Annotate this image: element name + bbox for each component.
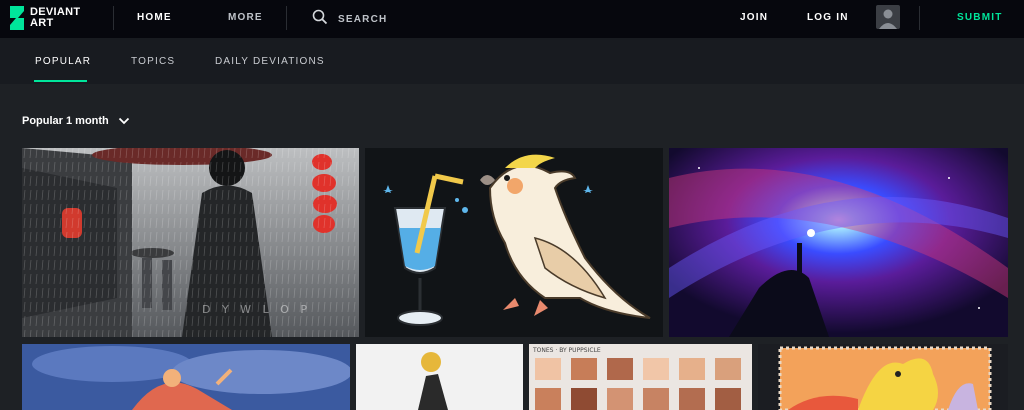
deviation-thumbnail-skin-tones[interactable]: TONES · BY PUPPSICLE: [529, 344, 752, 410]
deviantart-logo-icon: [10, 6, 24, 30]
login-link[interactable]: LOG IN: [807, 12, 849, 23]
deviation-thumbnail-sculpture[interactable]: [356, 344, 523, 410]
top-navigation-bar: DEVIANT ART HOME MORE JOIN LOG IN SUBMIT: [0, 0, 1024, 38]
divider: [286, 6, 287, 30]
logo-text: DEVIANT ART: [30, 6, 81, 29]
search-icon[interactable]: [312, 9, 328, 25]
nav-more[interactable]: MORE: [228, 12, 263, 23]
divider: [113, 6, 114, 30]
user-avatar-icon: [879, 9, 897, 29]
watermark-text: D Y W L O P: [202, 303, 311, 316]
tab-popular[interactable]: POPULAR: [35, 56, 91, 67]
nav-home[interactable]: HOME: [137, 12, 172, 23]
join-link[interactable]: JOIN: [740, 12, 768, 23]
thumbnail-caption: TONES · BY PUPPSICLE: [532, 347, 601, 354]
active-tab-indicator: [34, 80, 87, 82]
deviation-thumbnail-cockatiel[interactable]: [365, 148, 663, 337]
tab-daily-deviations[interactable]: DAILY DEVIATIONS: [215, 56, 325, 67]
deviation-thumbnail-rainy-street[interactable]: D Y W L O P: [22, 148, 359, 337]
content-tabs: POPULAR TOPICS DAILY DEVIATIONS: [0, 38, 1024, 84]
tab-topics[interactable]: TOPICS: [131, 56, 175, 67]
submit-button[interactable]: SUBMIT: [957, 12, 1003, 23]
chevron-down-icon[interactable]: [118, 117, 130, 125]
divider: [919, 6, 920, 30]
deviation-thumbnail-mermaid[interactable]: [22, 344, 350, 410]
deviation-thumbnail-galaxy[interactable]: [669, 148, 1008, 337]
avatar[interactable]: [876, 5, 900, 29]
time-filter-dropdown[interactable]: Popular 1 month: [22, 115, 109, 127]
search-input[interactable]: [338, 10, 588, 28]
deviation-thumbnail-pokemon-art[interactable]: [758, 344, 1008, 410]
deviantart-logo[interactable]: DEVIANT ART: [8, 6, 88, 32]
